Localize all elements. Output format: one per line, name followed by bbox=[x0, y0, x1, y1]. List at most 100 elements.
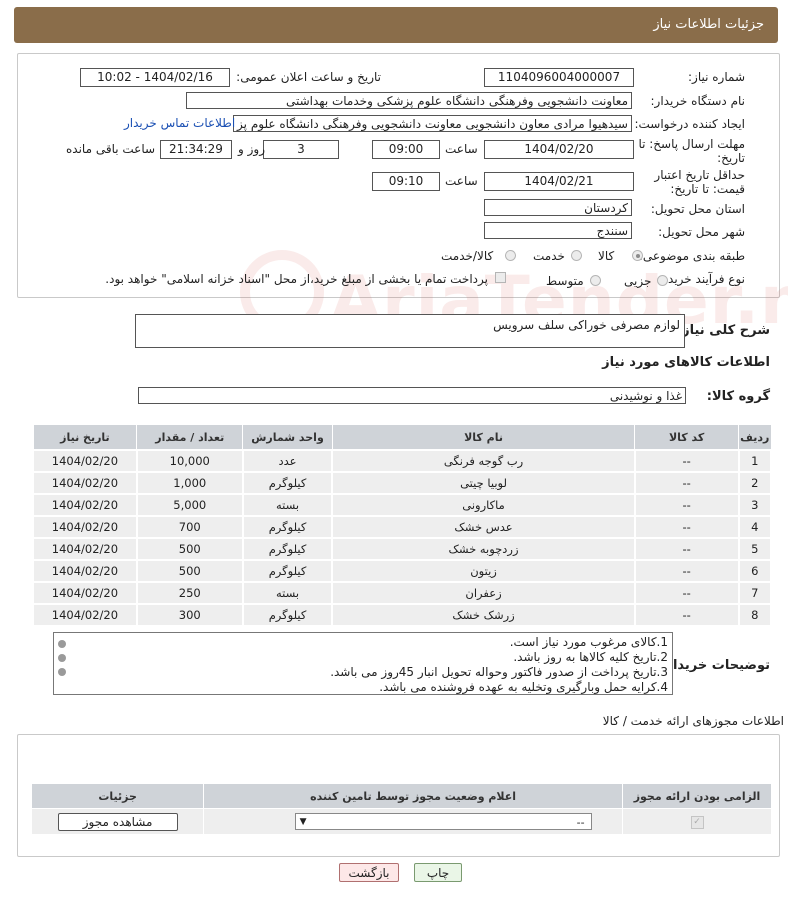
col-row: ردیف bbox=[738, 424, 772, 451]
table-row: 2 -- لوبیا چیتی کیلوگرم 1,000 1404/02/20 bbox=[32, 471, 773, 495]
cell-name: لوبیا چیتی bbox=[331, 471, 636, 495]
category-radio-goods-service[interactable] bbox=[505, 250, 516, 261]
cell-name: زعفران bbox=[331, 581, 636, 605]
note-line: 4.کرایه حمل وبارگیری وتخلیه به عهده فروش… bbox=[379, 680, 668, 694]
cell-date: 1404/02/20 bbox=[32, 471, 138, 495]
remaining-label: ساعت باقی مانده bbox=[66, 142, 156, 156]
notes-scrollbar[interactable] bbox=[56, 636, 68, 691]
licenses-table: الزامی بودن ارائه مجوز اعلام وضعیت مجوز … bbox=[30, 783, 772, 835]
reply-date-field: 1404/02/20 bbox=[484, 140, 634, 159]
reply-time-field: 09:00 bbox=[372, 140, 440, 159]
license-status-value: -- bbox=[576, 816, 585, 829]
province-field: کردستان bbox=[484, 199, 632, 216]
cell-row: 1 bbox=[737, 449, 773, 473]
license-status-select[interactable]: -- ▼ bbox=[294, 813, 592, 830]
cell-code: -- bbox=[633, 493, 740, 517]
table-row: 8 -- زرشک خشک کیلوگرم 300 1404/02/20 bbox=[32, 603, 773, 627]
city-label: شهر محل تحویل: bbox=[658, 225, 745, 239]
cell-row: 8 bbox=[737, 603, 773, 627]
cell-row: 3 bbox=[737, 493, 773, 517]
cell-quantity: 500 bbox=[135, 537, 244, 561]
category-radio-goods[interactable] bbox=[632, 250, 643, 261]
cell-row: 7 bbox=[737, 581, 773, 605]
treasury-payment-note: پرداخت تمام یا بخشی از مبلغ خرید،از محل … bbox=[105, 272, 488, 286]
goods-group-field: غذا و نوشیدنی bbox=[138, 387, 686, 404]
days-field: 3 bbox=[263, 140, 339, 159]
price-validity-label: حداقل تاریخ اعتبار قیمت: تا تاریخ: bbox=[654, 168, 745, 196]
cell-unit: کیلوگرم bbox=[241, 471, 334, 495]
reply-deadline-label: مهلت ارسال پاسخ: تا تاریخ: bbox=[638, 137, 745, 165]
table-row: 7 -- زعفران بسته 250 1404/02/20 bbox=[32, 581, 773, 605]
licenses-title: اطلاعات مجوزهای ارائه خدمت / کالا bbox=[602, 714, 784, 728]
license-required-checkbox[interactable]: ✓ bbox=[690, 816, 704, 829]
items-table: ردیف کد کالا نام کالا واحد شمارش تعداد /… bbox=[32, 424, 773, 627]
col-license-status: اعلام وضعیت مجوز توسط تامین کننده bbox=[203, 783, 624, 809]
col-unit: واحد شمارش bbox=[242, 424, 333, 451]
reply-time-label: ساعت bbox=[445, 142, 478, 156]
table-row: 1 -- رب گوجه فرنگی عدد 10,000 1404/02/20 bbox=[32, 449, 773, 473]
cell-quantity: 250 bbox=[135, 581, 244, 605]
cell-name: ماکارونی bbox=[331, 493, 636, 517]
announce-label: تاریخ و ساعت اعلان عمومی: bbox=[236, 70, 381, 84]
remaining-time-field: 21:34:29 bbox=[160, 140, 232, 159]
print-button[interactable]: چاپ bbox=[414, 863, 462, 882]
price-time-label: ساعت bbox=[445, 174, 478, 188]
cell-quantity: 5,000 bbox=[135, 493, 244, 517]
buyer-org-label: نام دستگاه خریدار: bbox=[650, 94, 746, 108]
cell-name: زرشک خشک bbox=[331, 603, 636, 627]
cell-name: زردچوبه خشک bbox=[331, 537, 636, 561]
note-line: 3.تاریخ پرداخت از صدور فاکتور وحواله تحو… bbox=[330, 665, 668, 679]
note-line: 1.کالای مرغوب مورد نیاز است. bbox=[509, 635, 668, 649]
cell-name: عدس خشک bbox=[331, 515, 636, 539]
process-option-medium: متوسط bbox=[546, 274, 584, 288]
cell-unit: کیلوگرم bbox=[241, 537, 334, 561]
license-details-cell: مشاهده مجوز bbox=[30, 808, 205, 835]
treasury-payment-checkbox[interactable] bbox=[495, 272, 506, 283]
back-button[interactable]: بازگشت bbox=[339, 863, 399, 882]
cell-quantity: 1,000 bbox=[135, 471, 244, 495]
price-date-field: 1404/02/21 bbox=[484, 172, 634, 191]
category-radio-service[interactable] bbox=[571, 250, 582, 261]
summary-label: شرح کلی نیاز: bbox=[676, 323, 770, 338]
province-label: استان محل تحویل: bbox=[650, 202, 745, 216]
process-radio-minor[interactable] bbox=[657, 275, 668, 286]
cell-date: 1404/02/20 bbox=[32, 493, 138, 517]
cell-code: -- bbox=[633, 603, 740, 627]
cell-name: رب گوجه فرنگی bbox=[331, 449, 636, 473]
scroll-dot-icon bbox=[58, 668, 66, 676]
process-label: نوع فرآیند خرید : bbox=[660, 272, 745, 286]
table-row: 6 -- زیتون کیلوگرم 500 1404/02/20 bbox=[32, 559, 773, 583]
page-title: جزئیات اطلاعات نیاز bbox=[653, 17, 764, 32]
buyer-notes-label: توضیحات خریدار: bbox=[660, 658, 770, 673]
col-date: تاریخ نیاز bbox=[32, 424, 138, 451]
cell-date: 1404/02/20 bbox=[32, 537, 138, 561]
cell-date: 1404/02/20 bbox=[32, 515, 138, 539]
buyer-org-field: معاونت دانشجویی وفرهنگی دانشگاه علوم پزش… bbox=[186, 92, 632, 109]
table-row: 5 -- زردچوبه خشک کیلوگرم 500 1404/02/20 bbox=[32, 537, 773, 561]
cell-code: -- bbox=[633, 515, 740, 539]
cell-quantity: 700 bbox=[135, 515, 244, 539]
cell-quantity: 500 bbox=[135, 559, 244, 583]
license-required-cell: ✓ bbox=[622, 808, 772, 835]
cell-unit: کیلوگرم bbox=[241, 515, 334, 539]
col-license-details: جزئیات bbox=[30, 783, 205, 809]
table-row: 4 -- عدس خشک کیلوگرم 700 1404/02/20 bbox=[32, 515, 773, 539]
cell-unit: کیلوگرم bbox=[241, 603, 334, 627]
cell-unit: بسته bbox=[241, 581, 334, 605]
license-status-cell: -- ▼ bbox=[203, 808, 624, 835]
cell-unit: بسته bbox=[241, 493, 334, 517]
buyer-notes-box: 1.کالای مرغوب مورد نیاز است. 2.تاریخ کلی… bbox=[53, 632, 673, 695]
items-table-header: ردیف کد کالا نام کالا واحد شمارش تعداد /… bbox=[32, 424, 772, 451]
cell-code: -- bbox=[633, 581, 740, 605]
cell-unit: کیلوگرم bbox=[241, 559, 334, 583]
cell-date: 1404/02/20 bbox=[32, 559, 138, 583]
creator-label: ایجاد کننده درخواست: bbox=[634, 117, 745, 131]
view-license-button[interactable]: مشاهده مجوز bbox=[57, 812, 178, 831]
table-row: 3 -- ماکارونی بسته 5,000 1404/02/20 bbox=[32, 493, 773, 517]
process-radio-medium[interactable] bbox=[590, 275, 601, 286]
buyer-contact-link[interactable]: اطلاعات تماس خریدار bbox=[124, 116, 235, 130]
cell-quantity: 10,000 bbox=[135, 449, 244, 473]
col-license-required: الزامی بودن ارائه مجوز bbox=[622, 783, 772, 809]
price-time-field: 09:10 bbox=[372, 172, 440, 191]
creator-field: سیدهیوا مرادی معاون دانشجویی معاونت دانش… bbox=[233, 115, 632, 132]
